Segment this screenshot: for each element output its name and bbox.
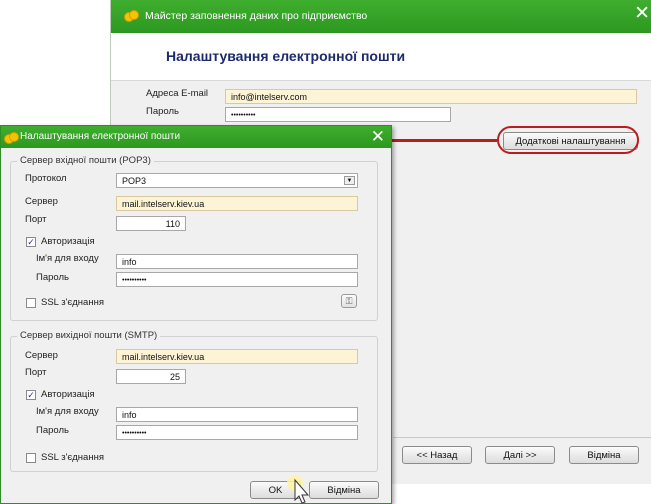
outgoing-port-label: Порт <box>25 367 47 378</box>
app-logo-icon <box>4 132 19 144</box>
incoming-login-label: Ім'я для входу <box>36 253 99 264</box>
outgoing-login-label: Ім'я для входу <box>36 406 99 417</box>
check-icon: ✓ <box>27 237 35 247</box>
outgoing-login-field[interactable]: info <box>116 407 358 422</box>
mouse-pointer-icon <box>287 475 310 504</box>
protocol-select[interactable]: POP3 ▼ <box>116 173 358 188</box>
outgoing-server-label: Сервер <box>25 350 58 361</box>
annotation-highlight <box>497 126 639 154</box>
outgoing-password-field[interactable]: •••••••••• <box>116 425 358 440</box>
wizard-title: Майстер заповнення даних про підприємств… <box>145 10 368 22</box>
check-icon: ✓ <box>27 390 35 400</box>
next-button[interactable]: Далі >> <box>485 446 555 464</box>
outgoing-password-label: Пароль <box>36 425 69 436</box>
outgoing-ssl-checkbox[interactable] <box>26 453 36 463</box>
outgoing-auth-checkbox[interactable]: ✓ <box>26 390 36 400</box>
password-label: Пароль <box>146 106 179 117</box>
incoming-password-field[interactable]: •••••••••• <box>116 272 358 287</box>
wizard-header: Налаштування електронної пошти <box>111 33 651 81</box>
email-label: Адреса E-mail <box>146 88 209 99</box>
outgoing-auth-label: Авторизація <box>41 389 95 400</box>
incoming-ssl-label: SSL з'єднання <box>41 297 104 308</box>
email-field[interactable]: info@intelserv.com <box>225 89 637 104</box>
incoming-login-field[interactable]: info <box>116 254 358 269</box>
chevron-down-icon[interactable]: ▼ <box>344 176 355 185</box>
incoming-group-title: Сервер вхідної пошти (POP3) <box>17 155 154 166</box>
incoming-port-field[interactable]: 110 <box>116 216 186 231</box>
app-logo-icon <box>124 10 139 22</box>
dialog-titlebar: Налаштування електронної пошти ✕ <box>1 126 391 148</box>
incoming-auth-label: Авторизація <box>41 236 95 247</box>
key-icon[interactable]: ⚿ <box>341 294 357 308</box>
protocol-label: Протокол <box>25 173 67 184</box>
wizard-cancel-button[interactable]: Відміна <box>569 446 639 464</box>
server-label: Сервер <box>25 196 58 207</box>
incoming-server-group: Сервер вхідної пошти (POP3) Протокол POP… <box>10 155 378 321</box>
wizard-titlebar: Майстер заповнення даних про підприємств… <box>111 0 651 33</box>
dialog-title: Налаштування електронної пошти <box>20 131 181 142</box>
wizard-button-bar: << Назад Далі >> Відміна <box>393 437 651 468</box>
outgoing-server-field[interactable]: mail.intelserv.kiev.ua <box>116 349 358 364</box>
close-icon[interactable]: ✕ <box>371 126 385 147</box>
close-icon[interactable]: ✕ <box>634 4 650 24</box>
outgoing-port-field[interactable]: 25 <box>116 369 186 384</box>
email-settings-dialog: Налаштування електронної пошти ✕ Сервер … <box>0 125 392 504</box>
outgoing-server-group: Сервер вихідної пошти (SMTP) Сервер mail… <box>10 330 378 472</box>
incoming-auth-checkbox[interactable]: ✓ <box>26 237 36 247</box>
protocol-value: POP3 <box>122 176 147 186</box>
outgoing-ssl-label: SSL з'єднання <box>41 452 104 463</box>
incoming-password-label: Пароль <box>36 272 69 283</box>
outgoing-group-title: Сервер вихідної пошти (SMTP) <box>17 330 161 341</box>
incoming-server-field[interactable]: mail.intelserv.kiev.ua <box>116 196 358 211</box>
page-title: Налаштування електронної пошти <box>166 48 406 64</box>
dialog-cancel-button[interactable]: Відміна <box>309 481 379 499</box>
password-field[interactable]: •••••••••• <box>225 107 451 122</box>
port-label: Порт <box>25 214 47 225</box>
back-button[interactable]: << Назад <box>402 446 472 464</box>
annotation-line <box>392 139 497 142</box>
incoming-ssl-checkbox[interactable] <box>26 298 36 308</box>
